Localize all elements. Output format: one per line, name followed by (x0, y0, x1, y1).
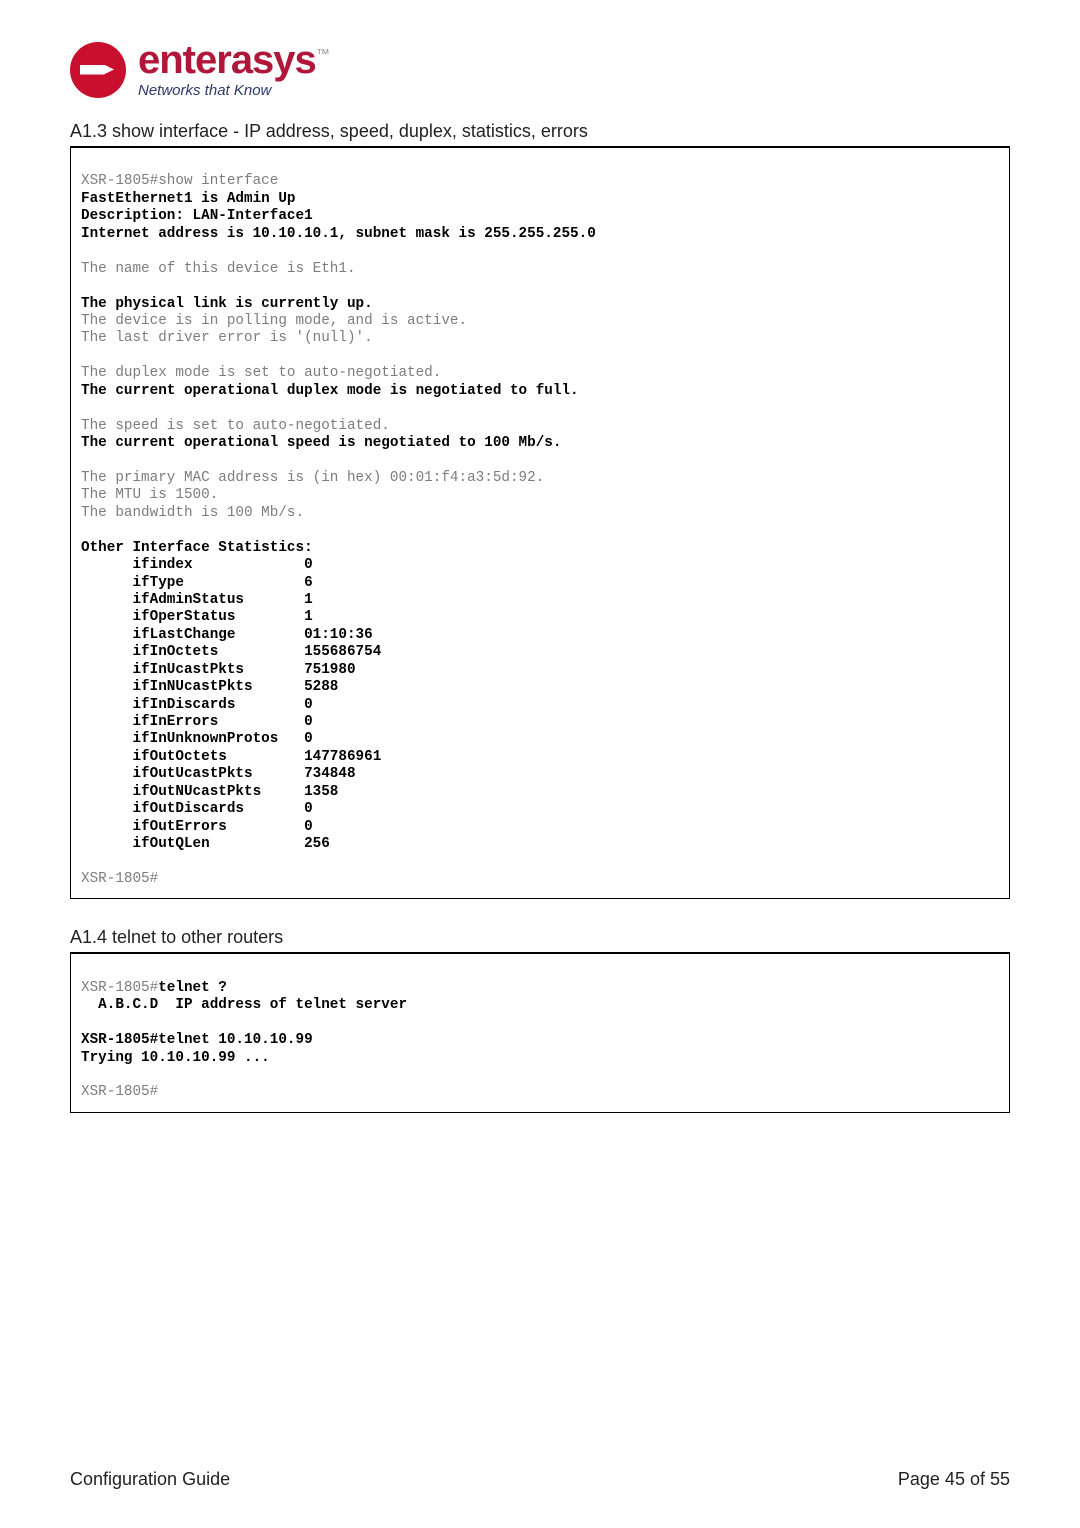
section-show-interface: A1.3 show interface - IP address, speed,… (70, 121, 1010, 899)
cli-line: The MTU is 1500. (81, 487, 218, 503)
cli-line: The physical link is currently up. (81, 296, 373, 312)
cli-line: ifOutOctets 147786961 (81, 749, 381, 765)
cli-line: XSR-1805#show interface (81, 173, 278, 189)
cli-line: ifInNUcastPkts 5288 (81, 679, 338, 695)
cli-output-box: XSR-1805#show interface FastEthernet1 is… (70, 147, 1010, 899)
section-telnet: A1.4 telnet to other routers XSR-1805#te… (70, 927, 1010, 1113)
cli-line: ifInErrors 0 (81, 714, 313, 730)
cli-line: ifOutQLen 256 (81, 836, 330, 852)
logo-name: enterasys™ (138, 40, 329, 80)
cli-line: ifOutUcastPkts 734848 (81, 766, 356, 782)
cli-line: XSR-1805# (81, 1084, 158, 1100)
cli-line: ifInOctets 155686754 (81, 644, 381, 660)
cli-output-box: XSR-1805#telnet ? A.B.C.D IP address of … (70, 953, 1010, 1113)
cli-line: The duplex mode is set to auto-negotiate… (81, 365, 441, 381)
cli-line: XSR-1805# (81, 871, 158, 887)
footer-left: Configuration Guide (70, 1469, 230, 1490)
cli-line: telnet ? (158, 980, 227, 996)
cli-line: ifType 6 (81, 575, 313, 591)
cli-prompt: XSR-1805# (81, 980, 158, 996)
logo: enterasys™ Networks that Know (70, 40, 1010, 99)
cli-line: ifInUnknownProtos 0 (81, 731, 313, 747)
logo-tagline: Networks that Know (138, 82, 329, 99)
cli-line: The bandwidth is 100 Mb/s. (81, 505, 304, 521)
logo-name-text: enterasys (138, 38, 316, 82)
cli-line: ifInDiscards 0 (81, 697, 313, 713)
cli-line: Description: LAN-Interface1 (81, 208, 313, 224)
section-heading: A1.4 telnet to other routers (70, 927, 1010, 948)
page-footer: Configuration Guide Page 45 of 55 (70, 1469, 1010, 1490)
logo-text: enterasys™ Networks that Know (138, 40, 329, 99)
logo-icon (70, 42, 126, 98)
cli-line: The current operational speed is negotia… (81, 435, 561, 451)
cli-line: The name of this device is Eth1. (81, 261, 356, 277)
cli-line: The last driver error is '(null)'. (81, 330, 373, 346)
cli-line: ifLastChange 01:10:36 (81, 627, 373, 643)
cli-line: Trying 10.10.10.99 ... (81, 1050, 270, 1066)
cli-line: ifOutNUcastPkts 1358 (81, 784, 338, 800)
cli-line: ifOperStatus 1 (81, 609, 313, 625)
cli-line: ifindex 0 (81, 557, 313, 573)
section-heading: A1.3 show interface - IP address, speed,… (70, 121, 1010, 142)
cli-line: ifAdminStatus 1 (81, 592, 313, 608)
cli-line: Internet address is 10.10.10.1, subnet m… (81, 226, 596, 242)
cli-line: ifOutErrors 0 (81, 819, 313, 835)
cli-line: Other Interface Statistics: (81, 540, 313, 556)
cli-line: ifOutDiscards 0 (81, 801, 313, 817)
tm-symbol: ™ (316, 46, 329, 62)
footer-right: Page 45 of 55 (898, 1469, 1010, 1490)
cli-line: FastEthernet1 is Admin Up (81, 191, 296, 207)
cli-line: A.B.C.D IP address of telnet server (81, 997, 407, 1013)
cli-line: The device is in polling mode, and is ac… (81, 313, 467, 329)
cli-line: The primary MAC address is (in hex) 00:0… (81, 470, 544, 486)
cli-line: XSR-1805#telnet 10.10.10.99 (81, 1032, 313, 1048)
cli-line: The current operational duplex mode is n… (81, 383, 579, 399)
cli-line: ifInUcastPkts 751980 (81, 662, 356, 678)
cli-line: The speed is set to auto-negotiated. (81, 418, 390, 434)
